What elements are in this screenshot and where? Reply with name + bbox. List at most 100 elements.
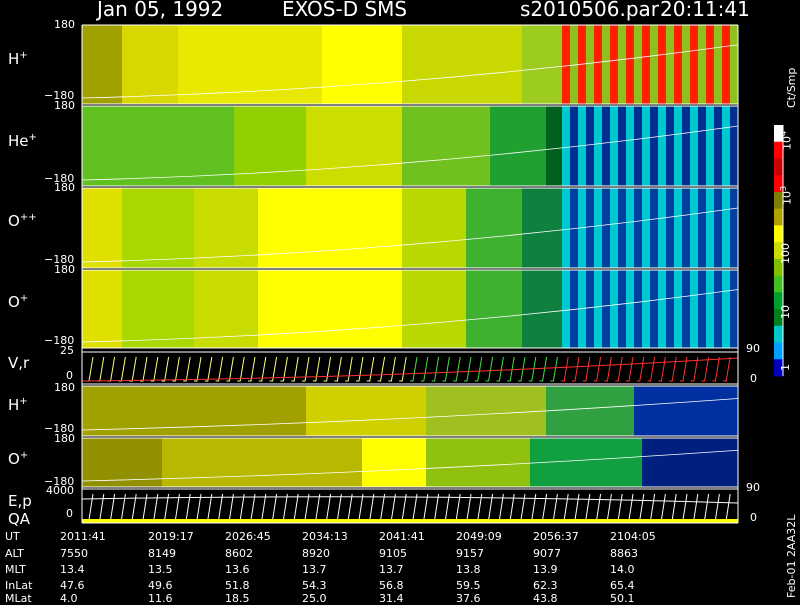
heat-cell bbox=[426, 188, 435, 268]
heat-cell bbox=[626, 25, 635, 104]
heat-cell bbox=[330, 438, 339, 487]
heat-cell bbox=[122, 25, 131, 104]
heat-cell bbox=[514, 270, 523, 348]
orbit-cell: 9157 bbox=[456, 547, 484, 560]
heat-cell bbox=[370, 386, 379, 436]
heat-cell bbox=[498, 25, 507, 104]
colorbar-segment bbox=[774, 275, 783, 293]
heat-cell bbox=[714, 270, 723, 348]
heat-cell bbox=[266, 188, 275, 268]
heat-cell bbox=[274, 106, 283, 186]
heat-cell bbox=[450, 106, 459, 186]
heat-cell bbox=[586, 270, 595, 348]
heat-cell bbox=[682, 438, 691, 487]
heat-cell bbox=[82, 386, 91, 436]
heat-cell bbox=[434, 188, 443, 268]
heat-cell bbox=[490, 386, 499, 436]
heat-cell bbox=[602, 386, 611, 436]
ytick-top-opp: 180 bbox=[54, 181, 75, 194]
heat-cell bbox=[602, 188, 611, 268]
heat-cell bbox=[394, 438, 403, 487]
heat-cell bbox=[690, 106, 699, 186]
heat-cell bbox=[522, 188, 531, 268]
heat-cell bbox=[82, 106, 91, 186]
heat-cell bbox=[434, 386, 443, 436]
heat-cell bbox=[346, 386, 355, 436]
heat-cell bbox=[530, 270, 539, 348]
heat-cell bbox=[90, 386, 99, 436]
heat-cell bbox=[466, 438, 475, 487]
heat-cell bbox=[442, 438, 451, 487]
heat-cell bbox=[594, 438, 603, 487]
heat-cell bbox=[698, 438, 707, 487]
heat-cell bbox=[506, 25, 515, 104]
heat-cell bbox=[122, 270, 131, 348]
heat-cell bbox=[522, 106, 531, 186]
heat-cell bbox=[458, 270, 467, 348]
heat-cell bbox=[538, 270, 547, 348]
heat-cell bbox=[466, 386, 475, 436]
heat-cell bbox=[242, 386, 251, 436]
heat-cell bbox=[194, 270, 203, 348]
heat-cell bbox=[458, 106, 467, 186]
orbit-cell: 59.5 bbox=[456, 579, 481, 592]
heat-cell bbox=[82, 438, 91, 487]
heat-cell bbox=[130, 106, 139, 186]
heat-cell bbox=[418, 106, 427, 186]
heat-cell bbox=[314, 386, 323, 436]
heat-cell bbox=[554, 438, 563, 487]
heat-cell bbox=[386, 188, 395, 268]
heat-cell bbox=[418, 386, 427, 436]
heat-cell bbox=[98, 386, 107, 436]
heat-cell bbox=[546, 270, 555, 348]
heat-cell bbox=[482, 270, 491, 348]
heat-cell bbox=[522, 25, 531, 104]
heat-cell bbox=[394, 270, 403, 348]
heat-cell bbox=[586, 188, 595, 268]
orbit-cell: 54.3 bbox=[302, 579, 327, 592]
heat-cell bbox=[242, 270, 251, 348]
heat-cell bbox=[82, 270, 91, 348]
heat-cell bbox=[90, 188, 99, 268]
heat-cell bbox=[706, 25, 715, 104]
heat-cell bbox=[186, 188, 195, 268]
heat-cell bbox=[506, 386, 515, 436]
heat-cell bbox=[202, 25, 211, 104]
heat-cell bbox=[362, 188, 371, 268]
heat-cell bbox=[258, 106, 267, 186]
heat-cell bbox=[682, 270, 691, 348]
heat-cell bbox=[370, 188, 379, 268]
orbit-row-label: MLT bbox=[5, 563, 26, 576]
heat-cell bbox=[170, 270, 179, 348]
heat-cell bbox=[714, 106, 723, 186]
heat-cell bbox=[450, 386, 459, 436]
heat-cell bbox=[482, 25, 491, 104]
heat-cell bbox=[490, 25, 499, 104]
heat-cell bbox=[298, 386, 307, 436]
heat-cell bbox=[674, 106, 683, 186]
heat-cell bbox=[170, 438, 179, 487]
heat-cell bbox=[266, 270, 275, 348]
heat-cell bbox=[466, 270, 475, 348]
heat-cell bbox=[338, 106, 347, 186]
colorbar-label-1e3: 103 bbox=[779, 185, 794, 205]
heat-cell bbox=[642, 270, 651, 348]
heat-cell bbox=[218, 270, 227, 348]
heat-cell bbox=[594, 188, 603, 268]
heat-cell bbox=[106, 438, 115, 487]
heat-cell bbox=[306, 438, 315, 487]
heat-cell bbox=[658, 106, 667, 186]
heat-cell bbox=[202, 106, 211, 186]
heat-cell bbox=[306, 106, 315, 186]
panel-label-h-plus-2: H+ bbox=[8, 396, 28, 414]
heat-cell bbox=[730, 270, 739, 348]
orbit-cell: 2049:09 bbox=[456, 530, 502, 543]
colorbar-label-100: 100 bbox=[779, 243, 792, 264]
heat-cell bbox=[250, 270, 259, 348]
heat-cell bbox=[106, 25, 115, 104]
heat-cell bbox=[170, 188, 179, 268]
heat-cell bbox=[282, 188, 291, 268]
heat-cell bbox=[218, 25, 227, 104]
heat-cell bbox=[506, 438, 515, 487]
heat-cell bbox=[386, 270, 395, 348]
